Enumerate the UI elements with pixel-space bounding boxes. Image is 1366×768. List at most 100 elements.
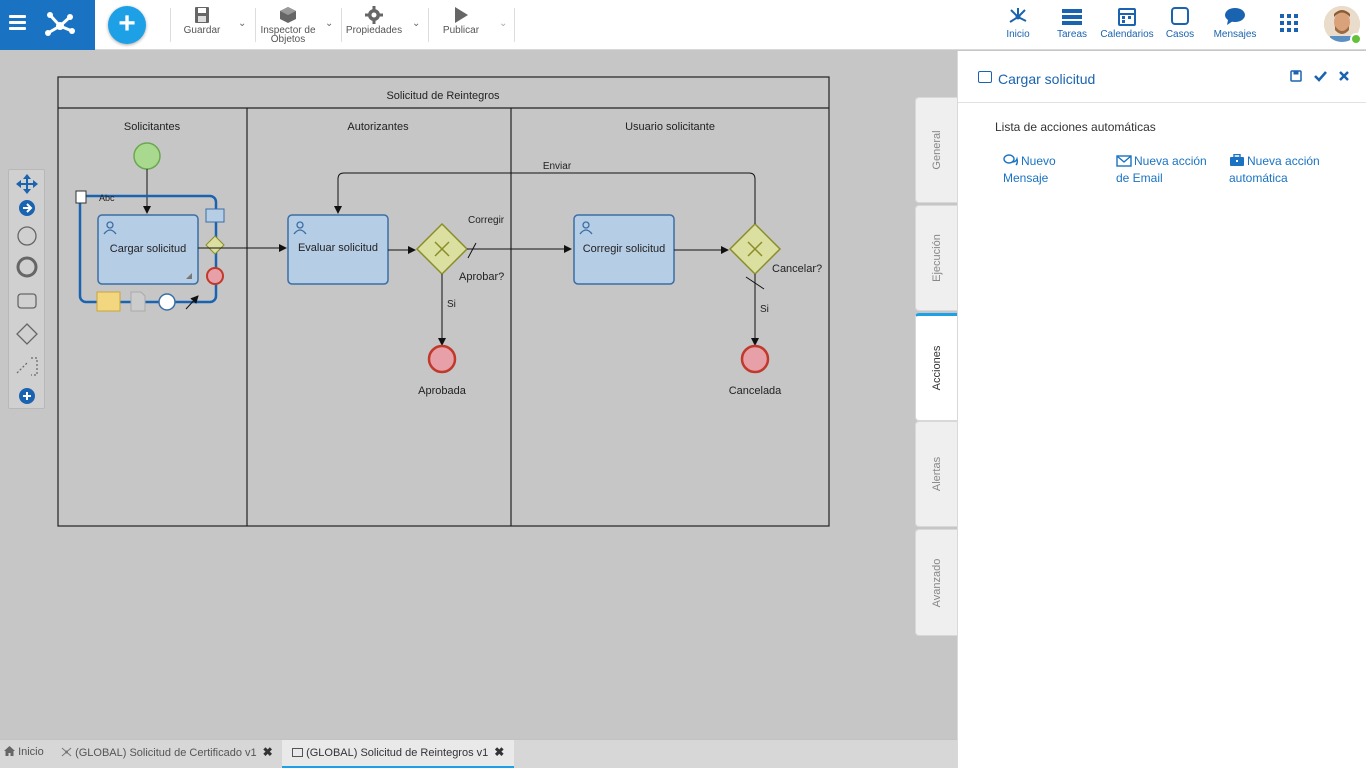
nav-home[interactable]: Inicio [1000,6,1036,46]
tab-avanzado[interactable]: Avanzado [915,529,957,636]
diagram-canvas[interactable]: Solicitud de Reintegros Solicitantes Aut… [0,51,957,739]
nav-cases[interactable]: Casos [1164,6,1196,46]
apps-grid-icon[interactable] [1280,14,1298,32]
message-icon [1225,8,1245,25]
hamburger-menu-icon[interactable] [9,15,26,30]
nav-calendars[interactable]: Calendarios [1100,6,1154,46]
process-box-icon [292,748,303,757]
inspector-dropdown-chevron-icon[interactable]: ⌄ [325,18,335,29]
save-dropdown-chevron-icon[interactable]: ⌄ [238,18,248,29]
pool-title: Solicitud de Reintegros [386,90,500,102]
bpmn-diagram[interactable]: Solicitud de Reintegros Solicitantes Aut… [0,51,957,739]
properties-panel: Cargar solicitud Lista de acciones autom… [957,51,1366,768]
lane-title-autorizantes: Autorizantes [347,121,409,133]
properties-dropdown-chevron-icon[interactable]: ⌄ [412,18,422,29]
briefcase-icon [1230,154,1244,166]
tab-inicio-label: Inicio [18,746,44,758]
tab-ejecucion[interactable]: Ejecución [915,205,957,311]
tab-ejecucion-label: Ejecución [930,234,943,282]
comments-icon [1003,154,1019,166]
end-event-aprobada [427,344,457,374]
abc-label: Abc [99,193,115,203]
new-email-line2: de Email [1116,171,1163,185]
tab-alertas[interactable]: Alertas [915,421,957,527]
brand-area [0,0,95,50]
gateway-label-aprobar: Aprobar? [459,271,504,283]
app-logo-icon[interactable] [44,9,76,39]
new-email-action[interactable]: Nueva acción de Email [1116,153,1207,187]
nav-messages[interactable]: Mensajes [1212,6,1258,46]
nav-messages-label: Mensajes [1213,29,1257,40]
toolbar-divider [341,8,342,42]
panel-header: Cargar solicitud [958,51,1366,103]
new-automatic-line1: Nueva acción [1247,154,1320,168]
annotation-tool-icon [16,357,38,376]
new-message-line1: Nuevo [1021,154,1056,168]
publish-label: Publicar [442,25,480,36]
tab-certificado-label: (GLOBAL) Solicitud de Certificado v1 [75,747,257,759]
nav-calendars-label: Calendarios [1100,29,1154,40]
envelope-icon [1116,155,1132,167]
close-tab-icon[interactable]: ✖ [494,745,504,759]
task-box-icon [978,71,992,83]
document-tabs-bar: Inicio (GLOBAL) Solicitud de Certificado… [0,739,957,768]
publish-button[interactable]: Publicar [440,6,482,46]
nav-tasks[interactable]: Tareas [1054,6,1090,46]
save-label: Guardar [183,25,221,36]
tab-avanzado-label: Avanzado [930,558,943,607]
object-inspector-button[interactable]: Inspector de Objetos [259,6,317,46]
tab-general[interactable]: General [915,97,957,203]
tab-alertas-label: Alertas [930,456,943,492]
nav-tasks-label: Tareas [1056,29,1087,40]
tab-solicitud-reintegros[interactable]: (GLOBAL) Solicitud de Reintegros v1 ✖ [282,740,515,768]
close-tab-icon[interactable]: ✖ [263,745,273,759]
new-automatic-action[interactable]: Nueva acción automática [1229,153,1320,187]
save-icon[interactable] [1290,70,1302,82]
palette-tools[interactable] [9,170,46,410]
end-label-cancelada: Cancelada [729,385,782,397]
tab-inicio[interactable]: Inicio [4,740,44,768]
new-automatic-line2: automática [1229,171,1288,185]
start-event-tool-icon [17,226,37,246]
tab-solicitud-certificado[interactable]: (GLOBAL) Solicitud de Certificado v1 ✖ [61,740,273,768]
connect-arrow-icon [19,200,35,216]
tab-acciones-label: Acciones [930,345,943,391]
online-status-dot [1350,33,1362,45]
inspector-label-2: Objetos [270,34,306,45]
new-email-line1: Nueva acción [1134,154,1207,168]
shape-palette [8,169,45,409]
save-button[interactable]: Guardar [180,6,224,46]
toolbar-divider [170,8,171,42]
toolbar-divider [514,8,515,42]
new-message-action[interactable]: Nuevo Mensaje [1003,153,1056,187]
tab-acciones[interactable]: Acciones [915,313,957,421]
case-icon [1171,7,1189,25]
actions-list-title: Lista de acciones automáticas [995,120,1156,134]
process-icon [61,747,72,757]
task-corregir-label: Corregir solicitud [583,243,666,255]
publish-dropdown-chevron-icon[interactable]: ⌄ [499,18,509,29]
flow-label-si-1: Si [447,299,456,310]
end-event-cancelada [740,344,770,374]
start-event [133,142,161,170]
task-evaluar-label: Evaluar solicitud [298,242,378,254]
nav-home-label: Inicio [1006,29,1030,40]
home-network-icon [1009,8,1027,23]
tasks-icon [1062,9,1082,25]
confirm-check-icon[interactable] [1314,70,1327,82]
calendar-icon [1118,8,1136,26]
task-cargar-label: Cargar solicitud [110,243,186,255]
move-icon [16,174,38,194]
flow-label-si-2: Si [760,304,769,315]
properties-button[interactable]: Propiedades [345,6,403,46]
flow-label-enviar: Enviar [543,161,572,172]
close-icon[interactable] [1339,71,1349,81]
nav-cases-label: Casos [1165,29,1195,40]
toolbar-divider [428,8,429,42]
gear-icon [365,6,383,24]
add-button[interactable]: + [108,6,146,44]
flow-label-corregir: Corregir [468,215,505,226]
play-icon [455,7,468,23]
save-icon [195,7,209,23]
gateway-tool-icon [16,323,38,345]
